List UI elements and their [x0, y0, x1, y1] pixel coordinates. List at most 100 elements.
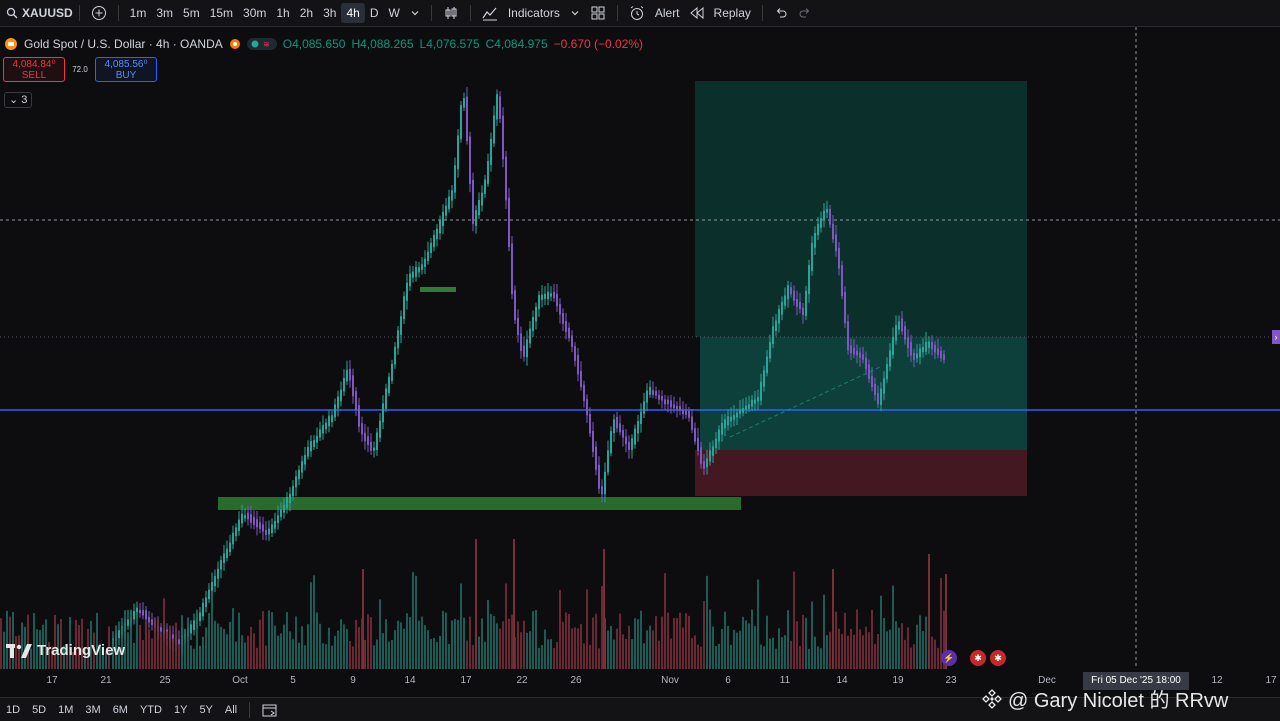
volume-bar [538, 648, 540, 669]
candle-body [349, 368, 351, 381]
volume-bar [919, 615, 921, 669]
candle-body [583, 384, 585, 401]
volume-bar [889, 629, 891, 669]
volume-bar [691, 638, 693, 669]
candle-body [400, 316, 402, 335]
interval-w[interactable]: W [383, 3, 404, 23]
candle-body [412, 271, 414, 278]
candle-body [370, 441, 372, 451]
volume-bar [277, 635, 279, 669]
candle-body [241, 513, 243, 524]
candle-body [610, 431, 612, 454]
candle-body [841, 265, 843, 297]
candle-body [850, 345, 852, 354]
interval-15m[interactable]: 15m [205, 3, 238, 23]
chevron-down-icon[interactable] [405, 3, 425, 23]
range-5y[interactable]: 5Y [193, 704, 218, 716]
volume-bar [730, 644, 732, 669]
candle-body [700, 447, 702, 464]
us-flag-event-icon[interactable]: ✱ [970, 650, 986, 666]
compare-add-icon[interactable] [86, 3, 112, 23]
x-tick: 14 [836, 675, 848, 686]
lightning-event-icon[interactable]: ⚡ [941, 650, 957, 666]
interval-1m[interactable]: 1m [125, 3, 152, 23]
range-ytd[interactable]: YTD [134, 704, 168, 716]
volume-bar [199, 645, 201, 669]
range-1d[interactable]: 1D [0, 704, 26, 716]
goto-date-icon[interactable] [256, 703, 284, 717]
candle-body [280, 509, 282, 517]
candle-body [922, 346, 924, 353]
volume-bar [487, 599, 489, 669]
volume-bar [847, 635, 849, 669]
volume-bar [553, 647, 555, 669]
candle-body [670, 400, 672, 408]
candle-body [727, 416, 729, 426]
volume-bar [505, 583, 507, 669]
layouts-icon[interactable] [585, 3, 611, 23]
volume-bar [625, 638, 627, 669]
indicators-button[interactable]: Indicators [503, 3, 565, 23]
interval-1h[interactable]: 1h [271, 3, 294, 23]
interval-3m[interactable]: 3m [151, 3, 178, 23]
interval-5m[interactable]: 5m [178, 3, 205, 23]
volume-bar [400, 622, 402, 669]
replay-icon[interactable] [685, 3, 709, 23]
interval-30m[interactable]: 30m [238, 3, 271, 23]
candle-body [697, 437, 699, 451]
volume-bar [265, 645, 267, 669]
volume-bar [796, 621, 798, 669]
price-chart[interactable] [0, 27, 1280, 669]
candle-body [733, 414, 735, 420]
interval-4h[interactable]: 4h [341, 3, 365, 23]
candle-body [202, 602, 204, 617]
us-flag-event-icon[interactable]: ✱ [990, 650, 1006, 666]
range-6m[interactable]: 6M [107, 704, 134, 716]
volume-bar [388, 641, 390, 669]
tradingview-logo[interactable]: TradingView [6, 642, 125, 659]
volume-bar [565, 612, 567, 669]
candle-body [262, 524, 264, 532]
volume-bar [394, 630, 396, 669]
volume-bar [439, 635, 441, 669]
x-tick: 23 [945, 675, 957, 686]
range-all[interactable]: All [219, 704, 243, 716]
candle-body [442, 211, 444, 227]
candle-body [853, 347, 855, 355]
alert-clock-icon[interactable] [624, 3, 650, 23]
candle-body [919, 348, 921, 358]
volume-bar [898, 627, 900, 669]
alert-button[interactable]: Alert [650, 3, 685, 23]
interval-3h[interactable]: 3h [318, 3, 341, 23]
range-5d[interactable]: 5D [26, 704, 52, 716]
range-1m[interactable]: 1M [52, 704, 79, 716]
candle-body [724, 418, 726, 429]
candle-body [574, 346, 576, 361]
indicators-icon[interactable] [477, 3, 503, 23]
interval-2h[interactable]: 2h [295, 3, 318, 23]
candle-body [886, 364, 888, 380]
volume-bar [766, 615, 768, 669]
volume-bar [466, 640, 468, 669]
volume-bar [331, 645, 333, 669]
candle-body [418, 267, 420, 273]
interval-d[interactable]: D [365, 3, 384, 23]
candles-icon[interactable] [438, 3, 464, 23]
volume-bar [769, 638, 771, 669]
candle-body [823, 210, 825, 221]
chevron-down-icon[interactable] [565, 3, 585, 23]
volume-bar [682, 627, 684, 669]
candle-body [253, 516, 255, 526]
replay-button[interactable]: Replay [709, 3, 756, 23]
range-1y[interactable]: 1Y [168, 704, 193, 716]
price-scale-marker[interactable]: › [1272, 330, 1280, 344]
volume-bar [721, 629, 723, 669]
symbol-search[interactable]: XAUUSD [0, 6, 73, 20]
undo-icon[interactable] [769, 3, 793, 23]
volume-spike [832, 569, 834, 669]
range-3m[interactable]: 3M [79, 704, 106, 716]
divider [249, 701, 251, 718]
redo-icon[interactable] [793, 3, 817, 23]
candle-body [304, 454, 306, 465]
volume-bar [559, 589, 561, 669]
